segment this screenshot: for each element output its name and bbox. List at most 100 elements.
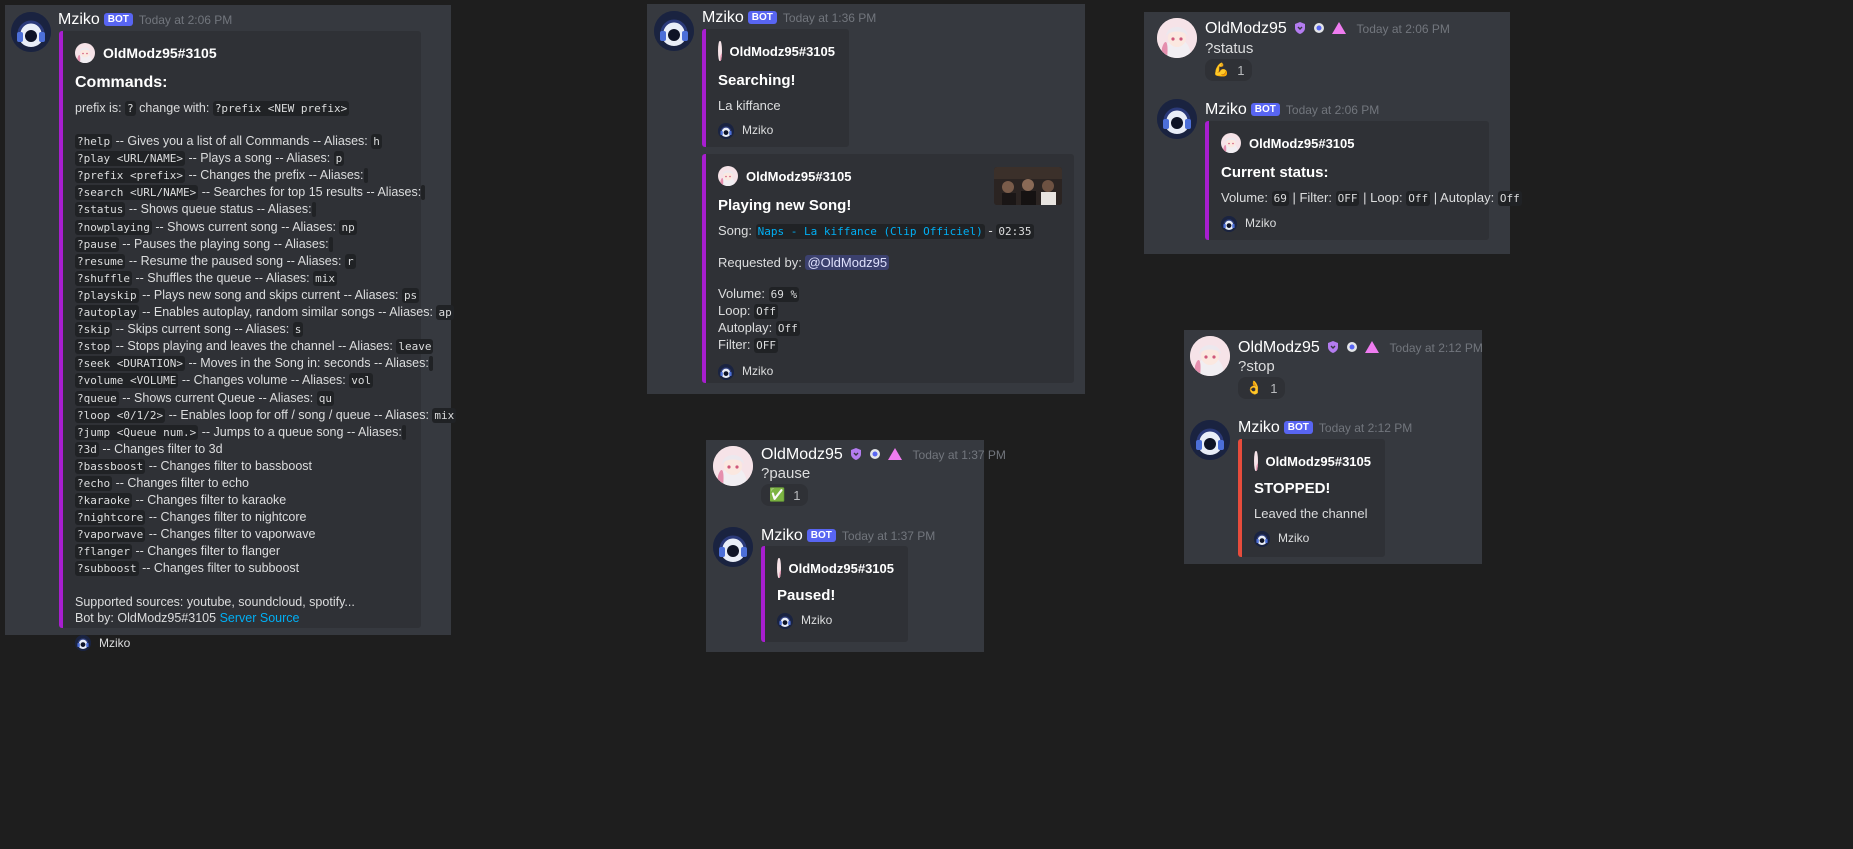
bot-avatar[interactable] [1157,99,1197,139]
server-link[interactable]: Server [220,611,257,625]
user-mention[interactable]: @OldModz95 [805,255,890,270]
command-alias: np [339,219,357,235]
command-row: ?help -- Gives you a list of all Command… [75,133,407,150]
command-alias [311,202,316,218]
embed-description: La kiffance [718,98,781,113]
headphones-icon [713,527,753,567]
user-avatar[interactable] [713,446,753,486]
command-description: -- Moves in the Song in: seconds -- Alia… [188,356,429,371]
requested-line: Requested by: @OldModz95 [718,255,890,270]
user-username[interactable]: OldModz95 [1238,339,1320,356]
command-row: ?subboost -- Changes filter to subboost [75,560,407,577]
song-line: Song: Naps - La kiffance (Clip Officiel)… [718,223,1034,239]
help-panel: Mziko BOT Today at 2:06 PM OldModz95#3105 … [5,5,457,652]
command-description: -- Plays a song -- Aliases: [188,151,331,166]
bot-badge: BOT [806,529,836,542]
command-description: -- Changes filter to bassboost [148,458,312,473]
message-header: OldModz95 Today at 2:06 PM [1205,20,1450,38]
bot-badge: BOT [1250,103,1280,116]
command-row: ?search <URL/NAME> -- Searches for top 1… [75,184,426,201]
searching-embed: OldModz95#3105 Searching! La kiffance Mz… [702,29,849,147]
bot-avatar[interactable] [654,11,694,51]
command-name: ?jump <Queue num.> [75,424,199,440]
reaction[interactable]: 💪 1 [1205,59,1253,81]
embed-footer: Mziko [1221,214,1475,233]
command-alias [363,168,368,184]
embed-author: OldModz95#3105 [1254,451,1371,471]
command-name: ?skip [75,322,113,338]
user-username[interactable]: OldModz95 [761,446,843,463]
source-link[interactable]: Source [260,611,300,625]
command-description: -- Changes filter to vaporwave [148,527,316,542]
command-name: ?vaporwave [75,527,146,543]
command-name: ?subboost [75,561,139,577]
user-avatar[interactable] [1157,18,1197,58]
command-description: -- Shows current Queue -- Aliases: [122,390,314,405]
command-alias: s [292,322,304,338]
command-description: -- Changes volume -- Aliases: [181,373,346,388]
command-row: ?loop <0/1/2> -- Enables loop for off / … [75,407,457,424]
boost-icon [1346,340,1358,357]
prefix-line: prefix is: ? change with: ?prefix <NEW p… [75,101,350,116]
user-username[interactable]: OldModz95 [1205,20,1287,37]
command-row: ?play <URL/NAME> -- Plays a song -- Alia… [75,150,407,167]
command-name: ?play <URL/NAME> [75,151,185,167]
message-header: Mziko BOT Today at 1:36 PM [702,9,876,27]
command-description: -- Changes the prefix -- Aliases: [188,168,364,183]
command-name: ?echo [75,475,113,491]
command-name: ?karaoke [75,493,132,509]
bot-username[interactable]: Mziko [761,527,803,544]
author-name: OldModz95#3105 [729,43,836,59]
command-name: ?flanger [75,544,132,560]
embed-description: prefix is: ? change with: ?prefix <NEW p… [75,100,457,626]
bot-username[interactable]: Mziko [58,11,100,28]
bot-username[interactable]: Mziko [702,9,744,26]
command-row: ?skip -- Skips current song -- Aliases: … [75,321,407,338]
bot-username[interactable]: Mziko [1238,419,1280,436]
command-description: -- Shuffles the queue -- Aliases: [135,270,310,285]
status-embed: OldModz95#3105 Current status: Volume: 6… [1205,121,1522,240]
embed-footer: Mziko [1254,529,1371,548]
bot-avatar[interactable] [11,12,51,52]
user-avatar[interactable] [1190,336,1230,376]
playing-panel: Mziko BOT Today at 1:36 PM OldModz95#3105 … [647,4,1085,394]
command-description: -- Shows queue status -- Aliases: [128,202,312,217]
bot-by-line: Bot by: OldModz95#3105 Server Source [75,610,300,625]
author-name: OldModz95#3105 [103,44,217,61]
video-thumbnail[interactable] [994,167,1062,205]
song-link[interactable]: Naps - La kiffance (Clip Officiel) [755,224,985,239]
bot-username[interactable]: Mziko [1205,101,1247,118]
bot-avatar[interactable] [1190,420,1230,460]
command-alias: r [344,253,356,269]
footer-avatar [75,635,91,652]
command-description: -- Changes filter to flanger [135,544,280,559]
embed-title: Commands: [75,74,168,91]
command-alias [328,236,333,252]
footer-text: Mziko [99,635,131,650]
command-row: ?jump <Queue num.> -- Jumps to a queue s… [75,424,407,441]
timestamp: Today at 2:12 PM [1389,341,1483,355]
author-name: OldModz95#3105 [1265,453,1372,469]
command-row: ?echo -- Changes filter to echo [75,475,407,492]
footer-avatar [777,612,793,629]
message-content: ?status [1205,40,1254,57]
command-description: -- Jumps to a queue song -- Aliases: [201,424,402,439]
command-name: ?playskip [75,287,139,303]
bot-avatar[interactable] [713,527,753,567]
command-alias: vol [349,373,374,389]
reaction[interactable]: 👌 1 [1238,377,1286,399]
command-name: ?search <URL/NAME> [75,185,199,201]
command-row: ?seek <DURATION> -- Moves in the Song in… [75,355,433,372]
command-alias: ps [401,287,420,303]
embed-title: Current status: [1221,164,1329,181]
command-row: ?bassboost -- Changes filter to bassboos… [75,458,407,475]
embed-footer: Mziko [718,362,1060,381]
reaction[interactable]: ✅ 1 [761,484,809,506]
command-row: ?3d -- Changes filter to 3d [75,441,407,458]
embed-title: Searching! [718,72,796,89]
duration: 02:35 [996,224,1034,239]
embed-footer: Mziko [718,121,835,140]
embed-author: OldModz95#3105 [777,558,894,578]
command-description: -- Changes filter to karaoke [135,493,287,508]
footer-text: Mziko [742,364,774,378]
